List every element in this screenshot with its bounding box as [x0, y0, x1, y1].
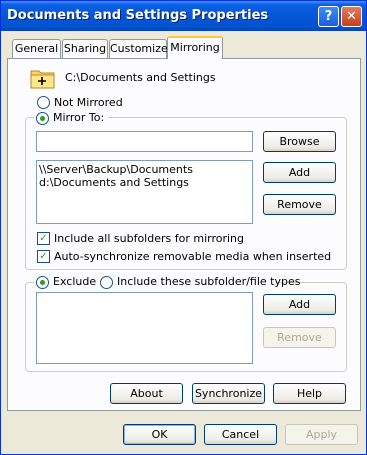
not-mirrored-label: Not Mirrored [54, 96, 123, 109]
about-button[interactable]: About [110, 383, 183, 404]
include-subfolders-checkbox[interactable]: ✓ [37, 232, 50, 245]
close-button[interactable]: ✕ [341, 6, 362, 27]
apply-button[interactable]: Apply [285, 424, 358, 445]
help-button[interactable]: Help [273, 383, 346, 404]
exclude-radio[interactable] [36, 276, 49, 289]
cancel-button[interactable]: Cancel [204, 424, 277, 445]
title-bar[interactable]: Documents and Settings Properties ? ✕ [1, 1, 366, 31]
list-item[interactable]: \\Server\Backup\Documents [39, 163, 250, 176]
tab-general[interactable]: General [12, 39, 61, 58]
include-types-radio[interactable] [100, 276, 113, 289]
mirror-targets-list[interactable]: \\Server\Backup\Documents d:\Documents a… [36, 160, 253, 224]
remove-target-button[interactable]: Remove [263, 194, 336, 215]
tab-mirroring[interactable]: Mirroring [167, 36, 223, 59]
mirroring-panel: C:\Documents and Settings Not Mirrored M… [7, 58, 361, 411]
browse-button[interactable]: Browse [263, 131, 336, 152]
list-item[interactable]: d:\Documents and Settings [39, 176, 250, 189]
auto-sync-checkbox[interactable]: ✓ [37, 250, 50, 263]
add-target-button[interactable]: Add [263, 162, 336, 183]
ok-button[interactable]: OK [123, 424, 196, 445]
mirror-to-legend: Mirror To: [34, 111, 108, 125]
auto-sync-label: Auto-synchronize removable media when in… [54, 250, 332, 263]
mirror-to-label: Mirror To: [53, 111, 105, 124]
properties-window: Documents and Settings Properties ? ✕ Ge… [0, 0, 367, 455]
not-mirrored-radio[interactable] [37, 96, 50, 109]
remove-filter-button[interactable]: Remove [263, 327, 336, 348]
folder-plus-icon [30, 70, 55, 89]
help-title-button[interactable]: ? [318, 6, 339, 27]
add-filter-button[interactable]: Add [263, 294, 336, 315]
tab-sharing[interactable]: Sharing [62, 39, 108, 58]
mirror-target-input[interactable] [36, 131, 253, 152]
window-title: Documents and Settings Properties [7, 8, 269, 23]
synchronize-button[interactable]: Synchronize [192, 383, 265, 404]
include-subfolders-label: Include all subfolders for mirroring [54, 232, 244, 245]
filter-list[interactable] [36, 292, 253, 364]
tab-customize[interactable]: Customize [109, 39, 168, 58]
include-types-label: Include these subfolder/file types [117, 275, 301, 288]
folder-path: C:\Documents and Settings [65, 71, 216, 84]
exclude-label: Exclude [53, 275, 97, 288]
mirror-to-radio[interactable] [36, 112, 49, 125]
filter-legend: Exclude Include these subfolder/file typ… [34, 275, 300, 289]
